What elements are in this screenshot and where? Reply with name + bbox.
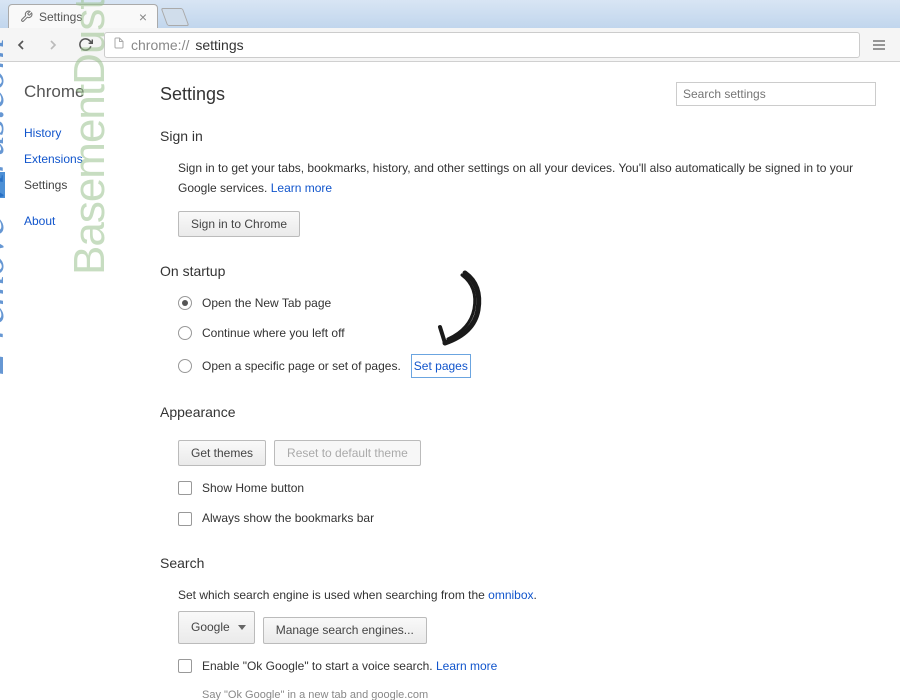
sidebar-item-history[interactable]: History bbox=[24, 120, 150, 146]
new-tab-button[interactable] bbox=[161, 8, 190, 26]
search-engine-dropdown[interactable]: Google bbox=[178, 611, 255, 643]
show-bookmarks-checkbox-row[interactable]: Always show the bookmarks bar bbox=[178, 508, 876, 528]
search-settings-input[interactable] bbox=[676, 82, 876, 106]
startup-option-newtab[interactable]: Open the New Tab page bbox=[178, 293, 876, 313]
startup-option-label: Open a specific page or set of pages. bbox=[202, 356, 401, 376]
ok-google-hint: Say "Ok Google" in a new tab and google.… bbox=[178, 686, 876, 700]
section-title-appearance: Appearance bbox=[160, 404, 876, 420]
section-signin: Sign in Sign in to get your tabs, bookma… bbox=[160, 128, 876, 237]
show-home-checkbox-row[interactable]: Show Home button bbox=[178, 478, 876, 498]
get-themes-button[interactable]: Get themes bbox=[178, 440, 266, 466]
main-panel: Settings Sign in Sign in to get your tab… bbox=[150, 62, 900, 700]
startup-option-specific[interactable]: Open a specific page or set of pages. Se… bbox=[178, 354, 876, 378]
startup-option-continue[interactable]: Continue where you left off bbox=[178, 323, 876, 343]
tab-title: Settings bbox=[39, 10, 82, 24]
sidebar-title: Chrome bbox=[24, 82, 150, 102]
wrench-icon bbox=[19, 10, 33, 24]
ok-google-learn-more-link[interactable]: Learn more bbox=[436, 659, 497, 673]
omnibox-link[interactable]: omnibox bbox=[488, 588, 533, 602]
address-bar[interactable]: chrome:// settings bbox=[104, 32, 860, 58]
section-title-startup: On startup bbox=[160, 263, 876, 279]
page-icon bbox=[113, 36, 125, 53]
checkbox-label: Always show the bookmarks bar bbox=[202, 508, 374, 528]
section-title-signin: Sign in bbox=[160, 128, 876, 144]
close-icon[interactable]: × bbox=[139, 9, 147, 25]
page-title: Settings bbox=[160, 84, 225, 105]
reset-theme-button[interactable]: Reset to default theme bbox=[274, 440, 421, 466]
caret-down-icon bbox=[238, 625, 246, 630]
radio-icon bbox=[178, 296, 192, 310]
sidebar-item-about[interactable]: About bbox=[24, 208, 150, 234]
signin-learn-more-link[interactable]: Learn more bbox=[271, 181, 332, 195]
tab-bar: Settings × bbox=[0, 0, 900, 28]
checkbox-label: Enable "Ok Google" to start a voice sear… bbox=[202, 659, 436, 673]
section-search: Search Set which search engine is used w… bbox=[160, 555, 876, 700]
set-pages-link[interactable]: Set pages bbox=[411, 354, 471, 378]
radio-icon bbox=[178, 326, 192, 340]
radio-icon bbox=[178, 359, 192, 373]
sidebar: Chrome History Extensions Settings About bbox=[0, 62, 150, 700]
back-button[interactable] bbox=[8, 32, 34, 58]
forward-button[interactable] bbox=[40, 32, 66, 58]
section-startup: On startup Open the New Tab page Continu… bbox=[160, 263, 876, 378]
content-area: Chrome History Extensions Settings About… bbox=[0, 62, 900, 700]
checkbox-icon bbox=[178, 512, 192, 526]
toolbar: chrome:// settings bbox=[0, 28, 900, 62]
dropdown-value: Google bbox=[191, 617, 230, 637]
checkbox-icon bbox=[178, 659, 192, 673]
checkbox-icon bbox=[178, 481, 192, 495]
menu-icon[interactable] bbox=[866, 32, 892, 58]
startup-option-label: Open the New Tab page bbox=[202, 293, 331, 313]
ok-google-checkbox-row[interactable]: Enable "Ok Google" to start a voice sear… bbox=[178, 656, 876, 676]
startup-option-label: Continue where you left off bbox=[202, 323, 345, 343]
checkbox-label: Show Home button bbox=[202, 478, 304, 498]
url-scheme: chrome:// bbox=[131, 37, 189, 53]
reload-button[interactable] bbox=[72, 32, 98, 58]
section-appearance: Appearance Get themes Reset to default t… bbox=[160, 404, 876, 529]
signin-button[interactable]: Sign in to Chrome bbox=[178, 211, 300, 237]
sidebar-item-settings[interactable]: Settings bbox=[24, 172, 150, 198]
browser-tab[interactable]: Settings × bbox=[8, 4, 158, 28]
section-title-search: Search bbox=[160, 555, 876, 571]
manage-search-engines-button[interactable]: Manage search engines... bbox=[263, 617, 427, 643]
sidebar-item-extensions[interactable]: Extensions bbox=[24, 146, 150, 172]
search-body-text: Set which search engine is used when sea… bbox=[178, 588, 488, 602]
main-header: Settings bbox=[160, 82, 876, 106]
url-path: settings bbox=[195, 37, 243, 53]
